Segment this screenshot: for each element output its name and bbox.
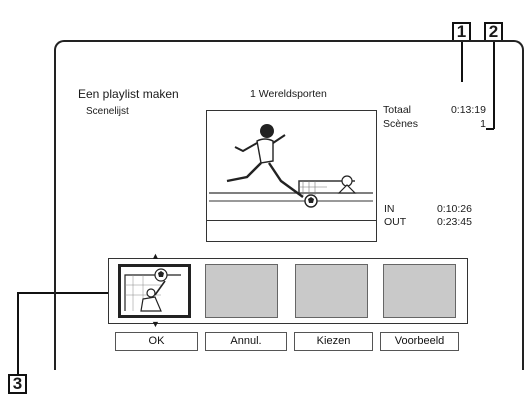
callout-3-leader-v [17,292,19,375]
preview-status-bar [207,220,376,241]
in-label: IN [384,203,395,215]
cancel-button[interactable]: Annul. [205,332,287,351]
preview-button[interactable]: Voorbeeld [380,332,459,351]
page-subtitle: Scenelijst [86,106,129,117]
page-title: Een playlist maken [78,87,179,101]
arrow-down-icon[interactable]: ▼ [151,320,160,329]
arrow-up-icon[interactable]: ▲ [151,252,160,261]
ok-button[interactable]: OK [115,332,198,351]
select-button[interactable]: Kiezen [294,332,373,351]
scene-preview [206,110,377,242]
scenes-value: 1 [480,118,486,130]
scene-thumbnail-3[interactable] [295,264,368,318]
scenes-label: Scènes [383,118,419,130]
callout-1: 1 [452,22,471,42]
program-title: 1 Wereldsporten [250,88,327,100]
scene-thumbnail-2[interactable] [205,264,278,318]
in-value: 0:10:26 [436,203,472,215]
total-label: Totaal [383,104,412,116]
soccer-player-illustration [209,124,373,208]
total-value: 0:13:19 [450,104,486,116]
scene-thumbnail-1[interactable] [118,264,191,318]
out-value: 0:23:45 [436,216,472,228]
callout-3: 3 [8,374,27,394]
callout-2: 2 [484,22,503,42]
scene-thumbnail-4[interactable] [383,264,456,318]
goalkeeper-thumbnail-illustration [124,268,181,312]
